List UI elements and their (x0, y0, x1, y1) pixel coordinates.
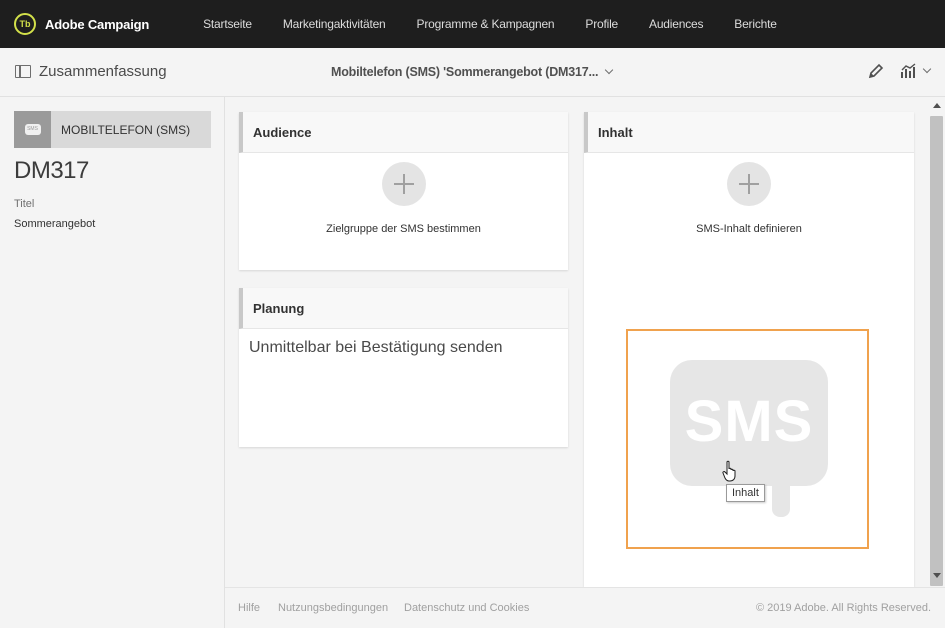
tooltip: Inhalt (726, 484, 765, 502)
sms-channel-icon: SMS (14, 111, 51, 148)
delivery-code: DM317 (14, 157, 89, 184)
logo-text: Tb (19, 19, 31, 29)
planung-text: Unmittelbar bei Bestätigung senden (249, 339, 503, 356)
inhalt-card-header: Inhalt (584, 112, 914, 153)
adobe-campaign-logo-icon: Tb (14, 13, 36, 35)
nav-item-berichte[interactable]: Berichte (734, 17, 777, 31)
summary-toggle[interactable]: Zusammenfassung (15, 63, 167, 80)
nav-item-startseite[interactable]: Startseite (203, 17, 252, 31)
top-navigation-bar: Tb Adobe Campaign Startseite Marketingak… (0, 0, 945, 48)
content-hint[interactable]: SMS-Inhalt definieren (584, 223, 914, 235)
scroll-thumb[interactable] (930, 116, 943, 586)
audience-card-header: Audience (239, 112, 568, 153)
page-header: Zusammenfassung Mobiltelefon (SMS) 'Somm… (0, 48, 945, 97)
brand[interactable]: Tb Adobe Campaign (14, 13, 149, 35)
planung-card-header: Planung (239, 288, 568, 329)
sms-content-preview[interactable]: SMS Inhalt (626, 329, 869, 549)
channel-label: MOBILTELEFON (SMS) (61, 122, 191, 137)
planung-card[interactable]: Planung Unmittelbar bei Bestätigung send… (239, 288, 568, 447)
footer-link-hilfe[interactable]: Hilfe (238, 602, 260, 614)
scroll-down-icon[interactable] (933, 573, 941, 578)
footer: Hilfe Nutzungsbedingungen Datenschutz un… (225, 587, 945, 628)
sms-preview-text: SMS (684, 389, 814, 454)
add-audience-button[interactable] (381, 162, 426, 206)
summary-sidebar: SMS MOBILTELEFON (SMS) DM317 Titel Somme… (0, 97, 225, 628)
side-panel-icon (15, 65, 31, 78)
channel-chip: SMS MOBILTELEFON (SMS) (14, 111, 211, 148)
nav-item-audiences[interactable]: Audiences (649, 17, 703, 31)
footer-link-nutzungsbedingungen[interactable]: Nutzungsbedingungen (278, 602, 388, 614)
title-label: Titel (14, 198, 35, 210)
hand-cursor-icon (722, 460, 736, 482)
nav-item-programme-kampagnen[interactable]: Programme & Kampagnen (417, 17, 555, 31)
header-tools (867, 62, 932, 80)
nav-item-marketingaktivitaeten[interactable]: Marketingaktivitäten (283, 17, 386, 31)
pencil-icon[interactable] (867, 62, 885, 80)
copyright: © 2019 Adobe. All Rights Reserved. (755, 602, 931, 614)
document-title-dropdown[interactable]: Mobiltelefon (SMS) 'Sommerangebot (DM317… (331, 65, 614, 79)
main-scrollbar[interactable] (928, 97, 945, 586)
title-value: Sommerangebot (14, 218, 96, 230)
chevron-down-icon (605, 65, 614, 75)
audience-card: Audience Zielgruppe der SMS bestimmen (239, 112, 568, 270)
sms-bubble-icon: SMS (670, 360, 828, 486)
chip-bubble: SMS (24, 124, 41, 135)
document-title: Mobiltelefon (SMS) 'Sommerangebot (DM317… (331, 65, 599, 79)
nav-item-profile[interactable]: Profile (585, 17, 618, 31)
report-chart-icon[interactable] (900, 62, 918, 80)
main-nav: Startseite Marketingaktivitäten Programm… (203, 17, 808, 31)
summary-label: Zusammenfassung (39, 63, 167, 80)
scroll-up-icon[interactable] (933, 103, 941, 108)
add-content-button[interactable] (727, 162, 771, 206)
app-name: Adobe Campaign (45, 16, 150, 32)
audience-hint[interactable]: Zielgruppe der SMS bestimmen (239, 223, 568, 235)
footer-link-datenschutz[interactable]: Datenschutz und Cookies (404, 602, 529, 614)
report-chevron-down-icon[interactable] (922, 64, 932, 74)
